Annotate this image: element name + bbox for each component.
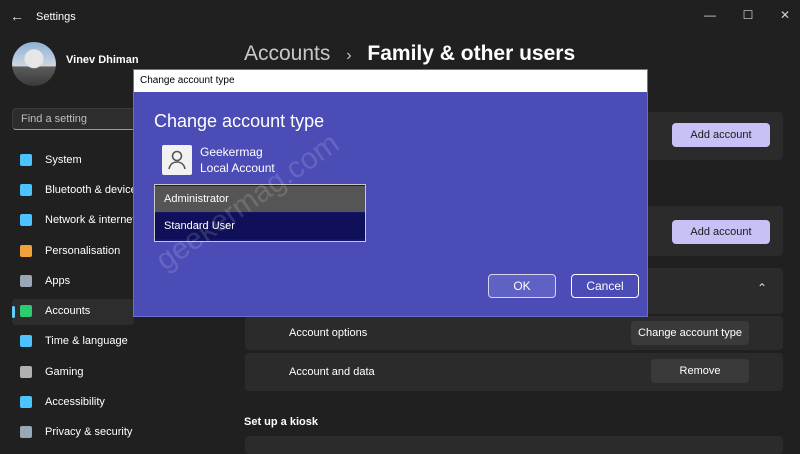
monitor-icon <box>20 154 32 166</box>
remove-button[interactable]: Remove <box>651 359 749 383</box>
sidebar-item-label: Network & internet <box>45 214 136 226</box>
sidebar-item-accounts[interactable]: Accounts <box>12 299 134 325</box>
close-icon[interactable]: ✕ <box>775 5 795 25</box>
wifi-icon <box>20 214 32 226</box>
account-data-row: Account and data Remove <box>245 353 783 391</box>
change-account-type-button[interactable]: Change account type <box>631 321 749 345</box>
account-options-label: Account options <box>289 327 368 339</box>
breadcrumb: Accounts › Family & other users <box>244 42 575 66</box>
shield-icon <box>20 426 32 438</box>
sidebar-item-label: System <box>45 154 82 166</box>
sidebar-item-system[interactable]: System <box>12 148 134 174</box>
user-icon <box>162 145 192 175</box>
change-account-type-dialog: Change account type Change account type … <box>133 69 648 317</box>
chevron-up-icon[interactable]: ⌃ <box>757 281 767 295</box>
cancel-button[interactable]: Cancel <box>571 274 639 298</box>
sidebar-item-label: Gaming <box>45 366 84 378</box>
add-account-button-1[interactable]: Add account <box>672 123 770 147</box>
account-name: Geekermag <box>200 145 263 159</box>
sidebar-item-gaming[interactable]: Gaming <box>12 360 134 386</box>
sidebar-item-time-language[interactable]: Time & language <box>12 329 134 355</box>
sidebar-item-label: Apps <box>45 275 71 287</box>
dialog-title-bar: Change account type <box>134 70 647 92</box>
ok-button[interactable]: OK <box>488 274 556 298</box>
account-type-label: Local Account <box>200 161 275 175</box>
dialog-heading: Change account type <box>154 111 325 131</box>
breadcrumb-parent[interactable]: Accounts <box>244 42 330 65</box>
brush-icon <box>20 245 32 257</box>
account-options-row: Account options Change account type <box>245 316 783 350</box>
option-administrator[interactable]: Administrator <box>155 186 365 212</box>
sidebar-item-label: Bluetooth & devices <box>45 184 143 196</box>
add-account-button-2[interactable]: Add account <box>672 220 770 244</box>
minimize-icon[interactable]: — <box>700 5 720 25</box>
account-type-dropdown[interactable]: Administrator Standard User <box>154 184 366 242</box>
app-title: Settings <box>36 11 76 23</box>
search-input[interactable]: Find a setting <box>12 108 147 130</box>
sidebar-item-bluetooth-devices[interactable]: Bluetooth & devices <box>12 178 142 204</box>
sidebar-item-apps[interactable]: Apps <box>12 269 134 295</box>
sidebar-item-label: Accessibility <box>45 396 105 408</box>
controller-icon <box>20 366 32 378</box>
sidebar-item-privacy-security[interactable]: Privacy & security <box>12 420 134 446</box>
user-name: Vinev Dhiman <box>66 54 139 66</box>
kiosk-section-heading: Set up a kiosk <box>244 416 318 428</box>
sidebar-item-label: Accounts <box>45 305 91 317</box>
page-title: Family & other users <box>367 42 576 65</box>
title-bar: ← Settings — ☐ ✕ <box>0 0 800 34</box>
option-standard-user[interactable]: Standard User <box>155 213 365 239</box>
back-arrow-icon[interactable]: ← <box>10 9 24 23</box>
kiosk-card[interactable] <box>245 436 783 454</box>
sidebar-item-personalisation[interactable]: Personalisation <box>12 239 134 265</box>
sidebar-item-accessibility[interactable]: Accessibility <box>12 390 134 416</box>
account-data-label: Account and data <box>289 366 375 378</box>
sidebar-item-network-internet[interactable]: Network & internet <box>12 208 136 234</box>
person-icon <box>20 305 32 317</box>
sidebar-item-label: Personalisation <box>45 245 121 257</box>
avatar[interactable] <box>12 42 56 86</box>
search-placeholder: Find a setting <box>21 113 88 125</box>
dialog-window-title: Change account type <box>140 75 235 86</box>
globe-clock-icon <box>20 335 32 347</box>
chevron-right-icon: › <box>346 47 352 64</box>
sidebar-item-label: Time & language <box>45 335 128 347</box>
apps-icon <box>20 275 32 287</box>
accessibility-icon <box>20 396 32 408</box>
maximize-icon[interactable]: ☐ <box>738 5 758 25</box>
sidebar-item-label: Privacy & security <box>45 426 133 438</box>
bluetooth-icon <box>20 184 32 196</box>
